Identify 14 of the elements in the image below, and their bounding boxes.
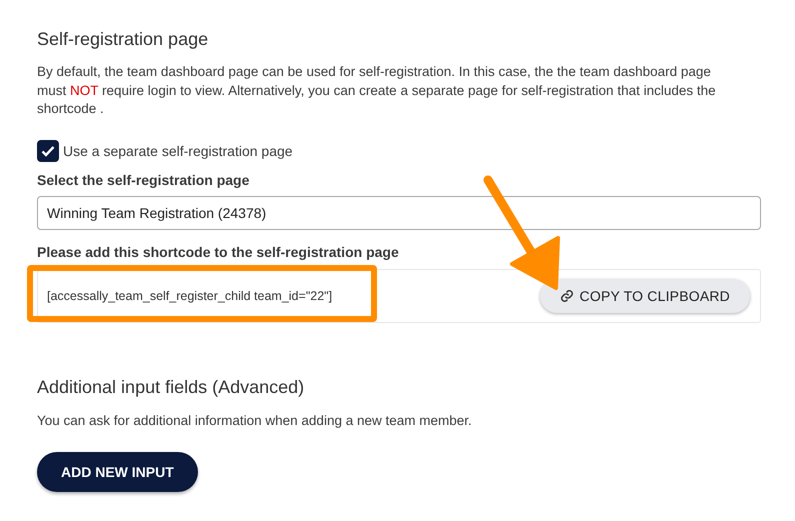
- link-icon: [560, 288, 574, 302]
- description-text: You can ask for additional information when adding a new team member.: [37, 412, 473, 430]
- page-select-field[interactable]: Winning Team Registration (24378): [37, 196, 761, 230]
- shortcode-text: [accessally_team_self_register_child team_id="22"]: [47, 288, 332, 302]
- section-title: Self-registration page: [37, 28, 210, 51]
- description-paragraph: By default, the team dashboard page can be used for self-registration. In this case, the the team dashboard page must NOT require login to view. Alternatively, you can create a separate page for self-registration that includes the shortcode .: [37, 63, 717, 118]
- section-title: Additional input fields (Advanced): [37, 376, 306, 398]
- field-label: Select the self-registration page: [37, 172, 250, 188]
- add-new-input-button[interactable]: ADD NEW INPUT: [37, 452, 198, 492]
- checkbox-label: Use a separate self-registration page: [63, 142, 293, 158]
- field-label: Please add this shortcode to the self-registration page: [37, 244, 400, 260]
- checkbox[interactable]: [37, 140, 59, 162]
- check-icon: [41, 144, 55, 156]
- copy-to-clipboard-button[interactable]: COPY TO CLIPBOARD: [540, 278, 750, 312]
